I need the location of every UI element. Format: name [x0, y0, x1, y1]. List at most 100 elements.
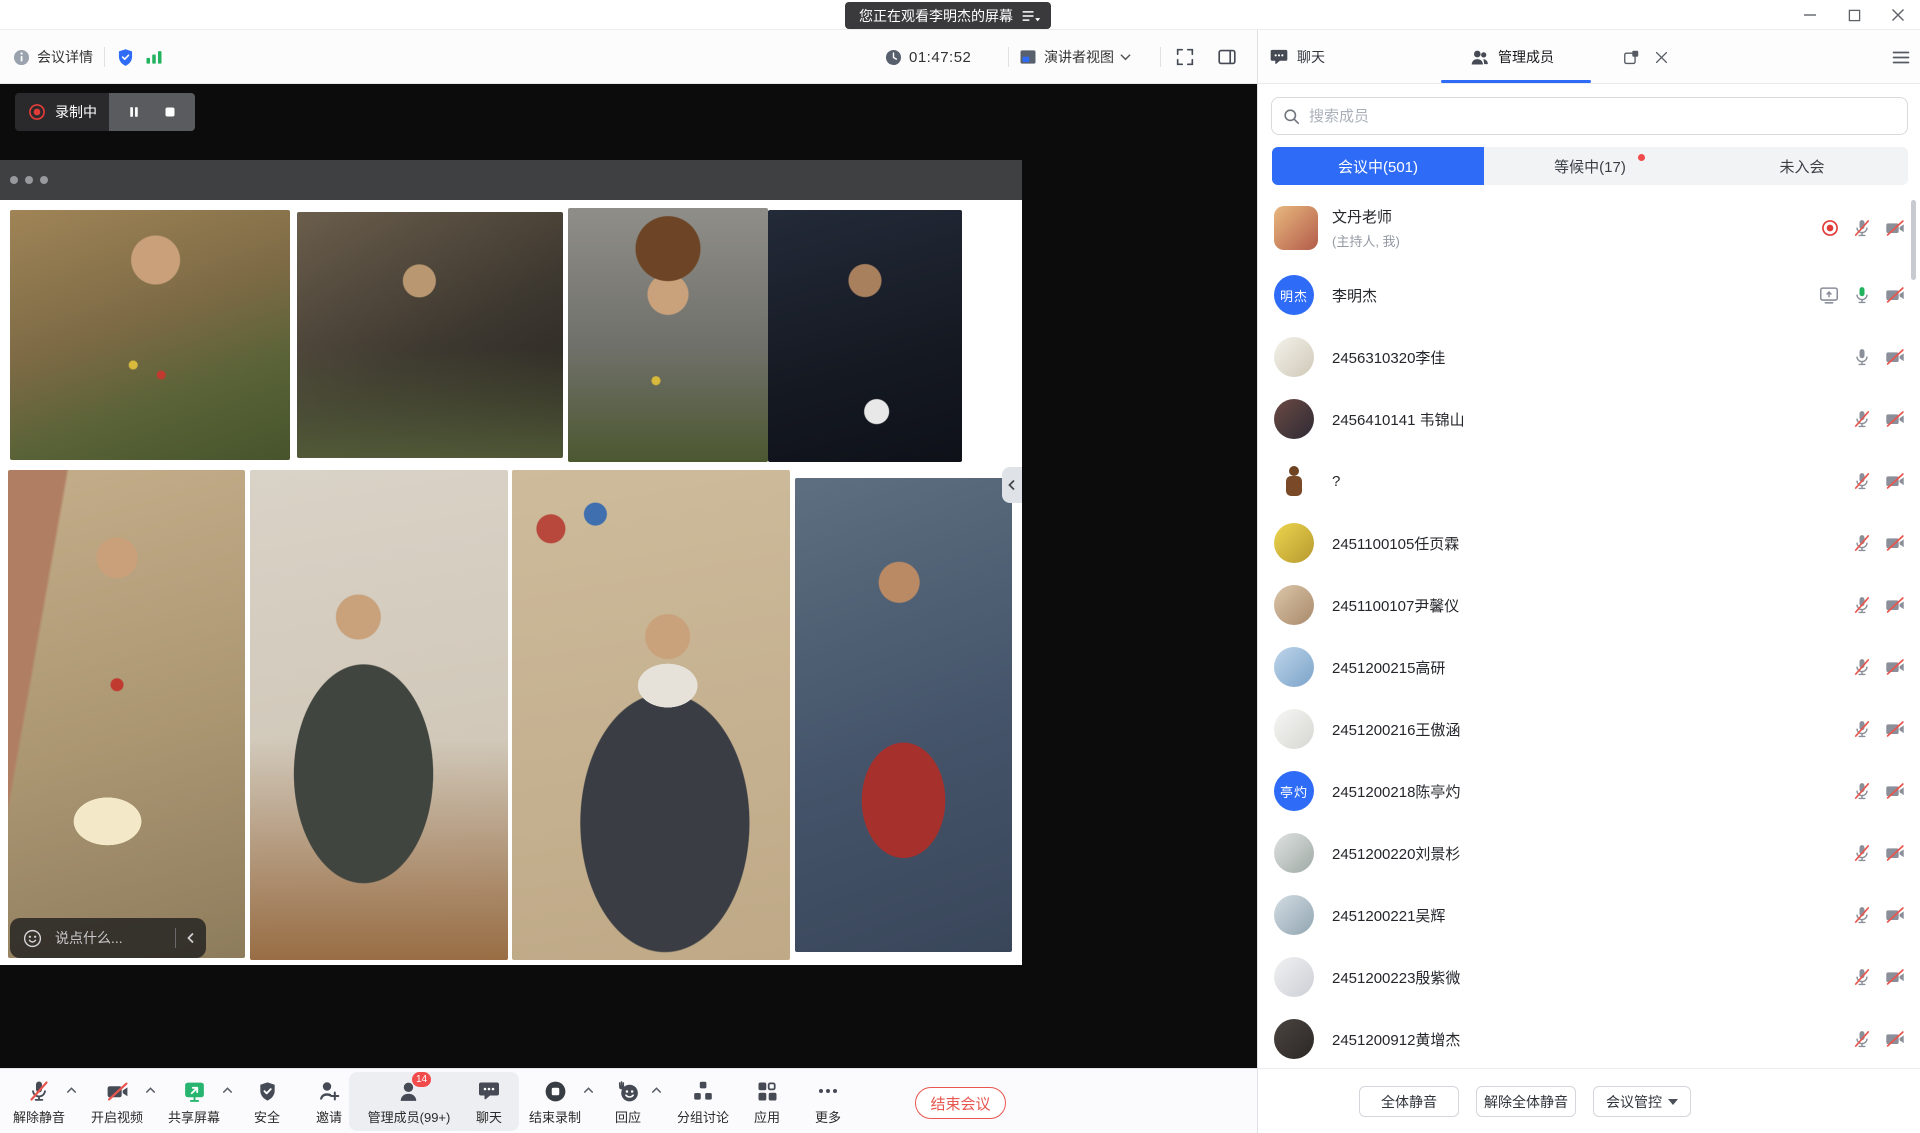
security-shield-icon[interactable]	[115, 30, 136, 84]
meeting-details-button[interactable]: 会议详情	[12, 30, 93, 84]
mic-status-icon[interactable]	[1852, 347, 1872, 367]
apps-icon	[754, 1078, 780, 1104]
member-row[interactable]: 2451200220刘景杉	[1258, 822, 1920, 884]
message-placeholder[interactable]: 说点什么...	[55, 928, 175, 948]
camera-status-icon[interactable]	[1884, 470, 1906, 492]
camera-status-icon[interactable]	[1884, 1028, 1906, 1050]
toolbar-item-label: 聊天	[476, 1107, 502, 1126]
meeting-timer: 01:47:52	[884, 30, 971, 84]
member-row[interactable]: 2451200912黄增杰	[1258, 1008, 1920, 1070]
popout-panel-icon[interactable]	[1621, 47, 1641, 67]
member-filter-tab-label: 未入会	[1779, 156, 1824, 177]
unmute-all-button[interactable]: 解除全体静音	[1476, 1086, 1576, 1117]
member-filter-tab[interactable]: 会议中(501)	[1272, 147, 1484, 185]
toolbar-item[interactable]: 安全	[237, 1072, 297, 1131]
mic-status-icon[interactable]	[1852, 595, 1872, 615]
collapse-message-bar-icon[interactable]	[186, 932, 196, 944]
end-meeting-button[interactable]: 结束会议	[915, 1087, 1006, 1119]
camera-status-icon[interactable]	[1884, 594, 1906, 616]
member-filter-tab[interactable]: 未入会	[1696, 147, 1908, 185]
mic-status-icon[interactable]	[1852, 905, 1872, 925]
mic-status-icon[interactable]	[1852, 285, 1872, 305]
close-window-icon[interactable]	[1876, 0, 1920, 30]
watching-screen-label: 您正在观看李明杰的屏幕	[859, 6, 1013, 26]
mic-status-icon[interactable]	[1852, 657, 1872, 677]
divider	[104, 47, 105, 67]
member-name: 2456310320李佳	[1332, 347, 1445, 368]
side-panel-toggle-icon[interactable]	[1216, 30, 1238, 84]
mic-status-icon[interactable]	[1852, 1029, 1872, 1049]
member-row[interactable]: 2451200215高研	[1258, 636, 1920, 698]
toolbar-item[interactable]: 聊天	[459, 1072, 519, 1131]
camera-status-icon[interactable]	[1884, 904, 1906, 926]
chat-tab-label: 聊天	[1297, 47, 1325, 67]
member-row[interactable]: ?	[1258, 450, 1920, 512]
scrollbar-thumb[interactable]	[1911, 200, 1916, 280]
toolbar-item[interactable]: 应用	[737, 1072, 797, 1131]
watching-screen-banner[interactable]: 您正在观看李明杰的屏幕	[845, 2, 1051, 29]
member-row[interactable]: 2451100107尹馨仪	[1258, 574, 1920, 636]
mic-status-icon[interactable]	[1852, 843, 1872, 863]
member-row[interactable]: 2451200223殷紫微	[1258, 946, 1920, 1008]
camera-status-icon[interactable]	[1884, 718, 1906, 740]
network-signal-icon[interactable]	[144, 30, 164, 84]
camera-status-icon[interactable]	[1884, 780, 1906, 802]
fullscreen-icon[interactable]	[1174, 30, 1196, 84]
video-strip-collapse-handle[interactable]	[1002, 467, 1022, 503]
view-mode-dropdown[interactable]: 演讲者视图	[1018, 30, 1131, 84]
minimize-icon[interactable]	[1788, 0, 1832, 30]
tab-chat[interactable]: 聊天	[1269, 30, 1325, 84]
mute-all-button[interactable]: 全体静音	[1359, 1086, 1459, 1117]
close-panel-icon[interactable]	[1651, 47, 1671, 67]
toolbar-item[interactable]: 分组讨论	[668, 1072, 738, 1131]
mic-status-icon[interactable]	[1852, 218, 1872, 238]
toolbar-item[interactable]: 解除静音	[0, 1072, 78, 1131]
toolbar-item[interactable]: 共享屏幕	[154, 1072, 234, 1131]
pause-recording-icon[interactable]	[123, 101, 145, 123]
stop-recording-icon[interactable]	[159, 101, 181, 123]
camera-status-icon[interactable]	[1884, 217, 1906, 239]
emoji-icon[interactable]	[22, 928, 43, 949]
toolbar-item[interactable]: 结束录制	[515, 1072, 595, 1131]
chevron-up-icon[interactable]	[650, 1085, 663, 1095]
member-row[interactable]: 2451200216王傲涵	[1258, 698, 1920, 760]
member-row[interactable]: 文丹老师 (主持人, 我)	[1258, 192, 1920, 264]
member-row[interactable]: 2451200221吴辉	[1258, 884, 1920, 946]
banner-menu-icon[interactable]	[1021, 9, 1041, 23]
chevron-up-icon[interactable]	[221, 1085, 234, 1095]
member-row[interactable]: 明杰 李明杰	[1258, 264, 1920, 326]
camera-status-icon[interactable]	[1884, 532, 1906, 554]
member-search[interactable]	[1271, 97, 1908, 135]
meeting-toolbar-top: 会议详情 01:47:52 演讲者视图	[0, 30, 1257, 84]
mic-status-icon[interactable]	[1852, 533, 1872, 553]
tab-manage-members[interactable]: 管理成员	[1469, 30, 1554, 84]
member-avatar: 明杰	[1274, 275, 1314, 315]
camera-status-icon[interactable]	[1884, 966, 1906, 988]
toolbar-item[interactable]: 14管理成员(99+)	[349, 1072, 469, 1131]
camera-status-icon[interactable]	[1884, 842, 1906, 864]
member-filter-tab[interactable]: 等候中(17)	[1484, 147, 1696, 185]
camera-status-icon[interactable]	[1884, 408, 1906, 430]
toolbar-item-label: 解除静音	[13, 1107, 65, 1126]
camera-status-icon[interactable]	[1884, 284, 1906, 306]
panel-menu-icon[interactable]	[1891, 47, 1911, 67]
mic-status-icon[interactable]	[1852, 719, 1872, 739]
member-row[interactable]: 亭灼 2451200218陈亭灼	[1258, 760, 1920, 822]
mic-status-icon[interactable]	[1852, 781, 1872, 801]
maximize-icon[interactable]	[1832, 0, 1876, 30]
mic-status-icon[interactable]	[1852, 471, 1872, 491]
member-row[interactable]: 2451100105任页霖	[1258, 512, 1920, 574]
camera-status-icon[interactable]	[1884, 346, 1906, 368]
member-row[interactable]: 2456410141 韦锦山	[1258, 388, 1920, 450]
toolbar-item[interactable]: 更多	[798, 1072, 858, 1131]
quick-message-bar[interactable]: 说点什么...	[10, 918, 206, 958]
invite-icon	[316, 1078, 342, 1104]
member-row[interactable]: 2456310320李佳	[1258, 326, 1920, 388]
meeting-controls-button[interactable]: 会议管控	[1593, 1086, 1691, 1117]
camera-status-icon[interactable]	[1884, 656, 1906, 678]
mic-status-icon[interactable]	[1852, 967, 1872, 987]
toolbar-item[interactable]: 回应	[593, 1072, 663, 1131]
search-input[interactable]	[1309, 108, 1897, 125]
toolbar-item[interactable]: 开启视频	[77, 1072, 157, 1131]
mic-status-icon[interactable]	[1852, 409, 1872, 429]
